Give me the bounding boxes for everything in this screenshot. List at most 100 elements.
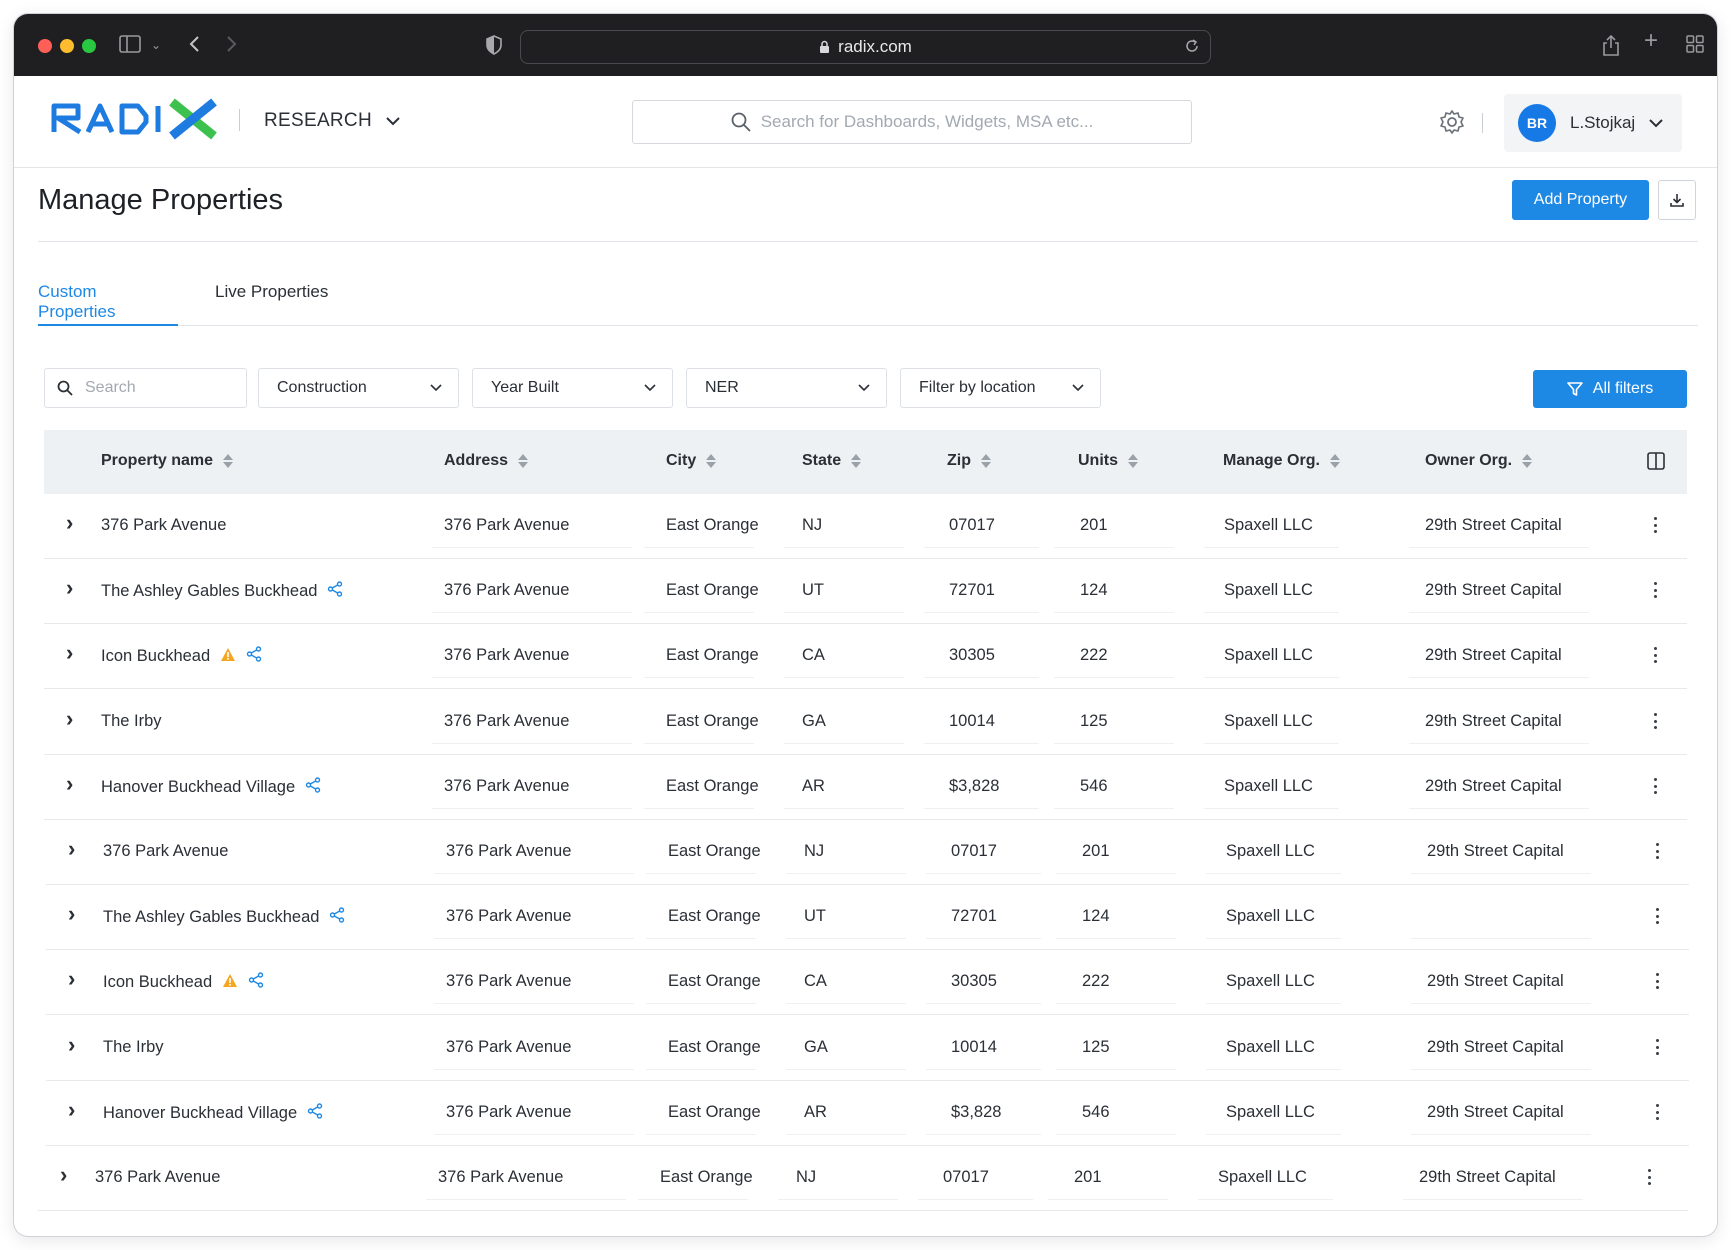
more-icon[interactable] [1652,579,1658,601]
expand-icon[interactable]: › [68,966,75,992]
sort-icon[interactable] [706,454,717,468]
expand-icon[interactable]: › [66,510,73,536]
minimize-window-button[interactable] [60,39,74,53]
column-header-property-name[interactable]: Property name [101,452,234,470]
more-icon[interactable] [1654,1101,1660,1123]
cell-state: GA [804,1038,828,1057]
cell-property-name-text: Hanover Buckhead Village [101,778,296,796]
more-icon[interactable] [1654,1036,1660,1058]
column-header-manage-org[interactable]: Manage Org. [1223,452,1340,470]
expand-icon[interactable]: › [66,706,73,732]
column-header-address[interactable]: Address [444,452,529,470]
address-bar[interactable]: radix.com [520,30,1211,64]
tabs-grid-icon[interactable] [1686,35,1704,57]
table-search-input[interactable]: Search [44,368,247,408]
module-switcher[interactable]: RESEARCH [264,110,400,132]
more-icon[interactable] [1654,840,1660,862]
share-icon[interactable] [246,646,262,667]
share-icon[interactable] [329,907,345,928]
column-header-owner-org[interactable]: Owner Org. [1425,452,1533,470]
table-row[interactable]: › The Irby 376 Park Avenue East Orange GA 100… [44,690,1687,755]
cell-divider [1206,1003,1341,1004]
more-icon[interactable] [1652,644,1658,666]
new-tab-icon[interactable]: + [1644,29,1658,53]
ner-filter[interactable]: NER [686,368,887,408]
table-row[interactable]: › Hanover Buckhead Village 376 Park Avenue… [46,1081,1689,1146]
warning-icon[interactable] [220,647,236,667]
sort-icon[interactable] [223,454,234,468]
back-icon[interactable] [188,35,200,57]
chevron-down-icon[interactable]: ⌄ [151,35,161,55]
construction-filter[interactable]: Construction [258,368,459,408]
table-row[interactable]: › The Irby 376 Park Avenue East Orange GA 100… [46,1016,1689,1081]
cell-property-name-text: Icon Buckhead [103,973,213,991]
expand-icon[interactable]: › [68,1032,75,1058]
sidebar-icon[interactable] [119,35,141,57]
tab-custom-properties[interactable]: Custom Properties [38,282,178,326]
global-search-input[interactable]: Search for Dashboards, Widgets, MSA etc.… [632,100,1192,144]
expand-icon[interactable]: › [66,771,73,797]
column-header-units[interactable]: Units [1078,452,1138,470]
column-header-city[interactable]: City [666,452,717,470]
column-header-zip[interactable]: Zip [947,452,991,470]
table-row[interactable]: › Hanover Buckhead Village 376 Park Avenue… [44,755,1687,820]
table-row[interactable]: › The Ashley Gables Buckhead 376 Park Aven… [44,559,1687,624]
cell-property-name: Hanover Buckhead Village [101,777,321,798]
column-header-state[interactable]: State [802,452,862,470]
table-row[interactable]: › Icon Buckhead 376 Park Avenue East Orange… [46,950,1689,1015]
expand-icon[interactable]: › [68,901,75,927]
cell-divider [1054,677,1174,678]
expand-icon[interactable]: › [66,640,73,666]
table-row[interactable]: › Icon Buckhead 376 Park Avenue East Orange… [44,624,1687,689]
share-icon[interactable] [305,777,321,798]
share-icon[interactable] [248,972,264,993]
cell-manage-org-text: Spaxell LLC [1226,972,1315,990]
tab-live-properties[interactable]: Live Properties [215,282,328,326]
sort-icon[interactable] [1329,454,1340,468]
forward-icon[interactable] [226,35,238,57]
cell-divider [926,1134,1041,1135]
table-row[interactable]: › 376 Park Avenue 376 Park Avenue East Oran… [38,1146,1688,1211]
cell-city-text: East Orange [660,1168,753,1186]
download-button[interactable] [1658,180,1696,220]
sort-icon[interactable] [518,454,529,468]
expand-icon[interactable]: › [66,575,73,601]
reload-icon[interactable] [1184,38,1200,59]
more-icon[interactable] [1646,1166,1652,1188]
table-row[interactable]: › The Ashley Gables Buckhead 376 Park Aven… [46,885,1689,950]
columns-icon[interactable] [1647,452,1665,470]
expand-icon[interactable]: › [68,1097,75,1123]
share-icon[interactable] [1602,34,1620,61]
year-built-filter[interactable]: Year Built [472,368,673,408]
cell-units: 222 [1080,646,1108,665]
expand-icon[interactable]: › [68,836,75,862]
sort-icon[interactable] [1522,454,1533,468]
maximize-window-button[interactable] [82,39,96,53]
more-icon[interactable] [1654,905,1660,927]
more-icon[interactable] [1652,710,1658,732]
more-icon[interactable] [1652,514,1658,536]
sort-icon[interactable] [1128,454,1138,468]
location-filter[interactable]: Filter by location [900,368,1101,408]
more-icon[interactable] [1652,775,1658,797]
table-row[interactable]: › 376 Park Avenue 376 Park Avenue East Oran… [44,494,1687,559]
gear-icon[interactable] [1439,109,1465,135]
sort-icon[interactable] [851,454,862,468]
cell-owner-org-text: 29th Street Capital [1427,1103,1564,1121]
shield-icon[interactable] [486,35,502,59]
expand-icon[interactable]: › [60,1162,67,1188]
cell-city: East Orange [666,777,759,796]
add-property-button[interactable]: Add Property [1512,180,1649,220]
sort-icon[interactable] [981,454,991,468]
cell-zip: 72701 [949,581,995,600]
all-filters-button[interactable]: All filters [1533,370,1687,408]
share-icon[interactable] [307,1103,323,1124]
share-icon[interactable] [327,581,343,602]
radix-logo[interactable] [50,96,220,140]
table-row[interactable]: › 376 Park Avenue 376 Park Avenue East Oran… [46,820,1689,885]
more-icon[interactable] [1654,970,1660,992]
warning-icon[interactable] [222,973,238,993]
user-menu[interactable]: BR L.Stojkaj [1504,94,1682,152]
cell-address: 376 Park Avenue [444,777,569,796]
close-window-button[interactable] [38,39,52,53]
